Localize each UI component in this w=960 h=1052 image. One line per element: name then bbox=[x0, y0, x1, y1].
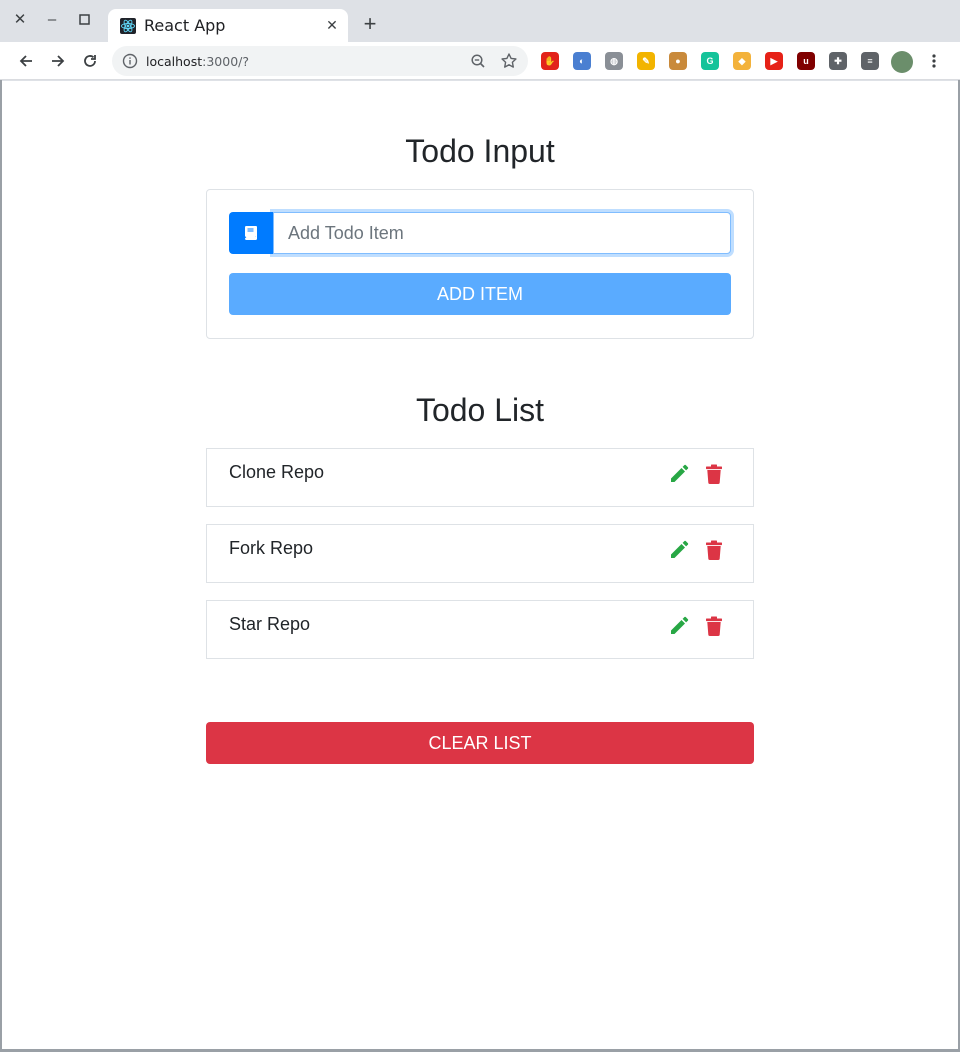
extension-blue-icon[interactable]: ◐ bbox=[573, 52, 591, 70]
todo-input-group bbox=[229, 212, 731, 254]
grammarly-icon[interactable]: G bbox=[701, 52, 719, 70]
todo-input-card: ADD ITEM bbox=[206, 189, 754, 339]
media-list-icon[interactable]: ≡ bbox=[861, 52, 879, 70]
window-minimize-icon[interactable]: – bbox=[41, 8, 63, 30]
browser-toolbar: localhost:3000/? ✋ ◐ ◍ ✎ ● G ◆ ▶ u ✚ ≡ bbox=[0, 42, 960, 80]
zoom-icon[interactable] bbox=[470, 53, 486, 69]
back-arrow-icon[interactable] bbox=[15, 50, 37, 72]
reload-icon[interactable] bbox=[79, 50, 101, 72]
bookmark-star-icon[interactable] bbox=[500, 52, 518, 70]
react-logo-icon bbox=[120, 17, 136, 34]
url-path: :3000/? bbox=[202, 54, 249, 69]
browser-menu-icon[interactable] bbox=[923, 50, 945, 72]
todo-item-text: Star Repo bbox=[229, 614, 311, 634]
browser-tab-react-app[interactable]: React App ✕ bbox=[108, 9, 348, 42]
forward-arrow-icon[interactable] bbox=[47, 50, 69, 72]
todo-list-item: Fork Repo bbox=[206, 524, 754, 583]
youtube-extension-icon[interactable]: ▶ bbox=[765, 52, 783, 70]
cookie-icon[interactable]: ● bbox=[669, 52, 687, 70]
pencil-icon[interactable] bbox=[669, 464, 689, 484]
todo-item-text: Fork Repo bbox=[229, 538, 314, 558]
ublock-icon[interactable]: u bbox=[797, 52, 815, 70]
pencil-icon[interactable] bbox=[669, 616, 689, 636]
new-tab-icon[interactable]: + bbox=[360, 11, 380, 36]
adblock-icon[interactable]: ✋ bbox=[541, 52, 559, 70]
window-close-icon[interactable]: ✕ bbox=[9, 8, 31, 30]
site-info-icon[interactable] bbox=[122, 53, 138, 69]
todo-input-title: Todo Input bbox=[405, 133, 555, 169]
puzzle-icon[interactable]: ✚ bbox=[829, 52, 847, 70]
address-bar[interactable]: localhost:3000/? bbox=[112, 46, 528, 76]
tab-close-icon[interactable]: ✕ bbox=[324, 17, 340, 33]
trash-icon[interactable] bbox=[706, 464, 722, 484]
page-viewport: Todo Input ADD ITEM Todo List Clone Repo bbox=[2, 81, 958, 1049]
profile-avatar[interactable] bbox=[891, 51, 913, 73]
add-item-button[interactable]: ADD ITEM bbox=[229, 273, 731, 315]
url-host: localhost bbox=[146, 54, 203, 69]
todo-list-title: Todo List bbox=[415, 392, 545, 428]
pencil-icon[interactable] bbox=[669, 540, 689, 560]
clear-list-button[interactable]: CLEAR LIST bbox=[206, 722, 754, 764]
globe-icon[interactable]: ◍ bbox=[605, 52, 623, 70]
tab-title: React App bbox=[144, 16, 226, 35]
browser-tab-strip: ✕ – React App ✕ + bbox=[0, 0, 960, 42]
extension-map-icon[interactable]: ◆ bbox=[733, 52, 751, 70]
highlighter-icon[interactable]: ✎ bbox=[637, 52, 655, 70]
trash-icon[interactable] bbox=[706, 616, 722, 636]
book-icon bbox=[229, 212, 273, 254]
trash-icon[interactable] bbox=[706, 540, 722, 560]
todo-input[interactable] bbox=[273, 212, 731, 254]
window-frame-left bbox=[0, 80, 2, 1052]
todo-list-item: Clone Repo bbox=[206, 448, 754, 507]
window-maximize-icon[interactable] bbox=[73, 8, 95, 30]
todo-item-text: Clone Repo bbox=[229, 462, 325, 482]
url-text: localhost:3000/? bbox=[146, 54, 249, 69]
todo-list-item: Star Repo bbox=[206, 600, 754, 659]
